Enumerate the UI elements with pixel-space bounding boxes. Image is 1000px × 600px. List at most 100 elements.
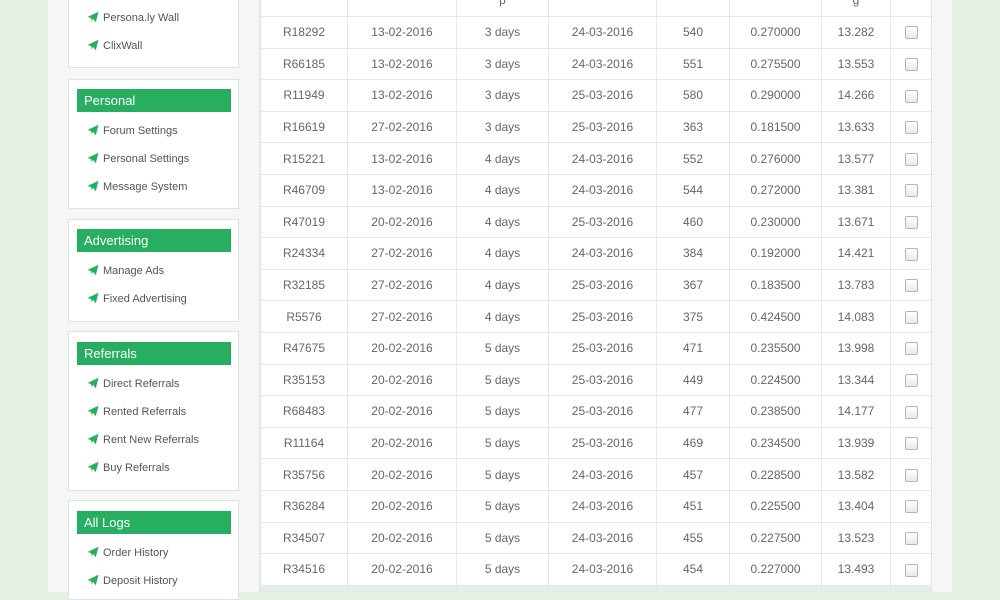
sidebar-item[interactable]: Fixed Advertising: [87, 290, 187, 308]
sidebar-item-label: Personal Settings: [103, 153, 190, 165]
sidebar-item[interactable]: Direct Referrals: [87, 375, 179, 393]
sidebar-item[interactable]: ClixWall: [87, 37, 142, 55]
row-select-checkbox[interactable]: [904, 216, 918, 230]
sidebar-item[interactable]: Manage Ads: [87, 262, 164, 280]
table-cell: 0.224500: [729, 363, 822, 397]
table-cell: 4 days: [456, 173, 549, 207]
table-cell: 0.230000: [729, 205, 822, 239]
row-select-checkbox[interactable]: [904, 310, 918, 324]
sidebar-item[interactable]: Rent New Referrals: [87, 431, 199, 449]
table-cell: 20-02-2016: [347, 363, 457, 397]
table-cell: 13.939: [821, 426, 891, 460]
sidebar-item-label: Persona.ly Wall: [103, 12, 180, 24]
table-cell: R18292: [260, 16, 348, 49]
send-icon: [87, 405, 99, 417]
row-select-checkbox[interactable]: [904, 437, 918, 451]
table-cell: 24-03-2016: [548, 16, 657, 49]
row-select-checkbox[interactable]: [904, 247, 918, 261]
sidebar-item-label: Forum Settings: [103, 125, 178, 137]
table-row: R35153 20-02-2016 5 days 25-03-2016 449 0.224…: [260, 363, 931, 397]
row-select-cell: [890, 363, 931, 397]
column-header: [890, 0, 931, 17]
sidebar-section-personal: Personal Forum Settings Personal Settings M…: [68, 79, 239, 209]
sidebar-item[interactable]: Order History: [87, 544, 168, 562]
table-cell: 0.290000: [729, 79, 822, 112]
footer-cell: [548, 584, 657, 592]
table-cell: 4 days: [456, 205, 549, 239]
table-cell: 0.225500: [729, 489, 822, 523]
send-icon: [87, 152, 99, 164]
row-select-checkbox[interactable]: [904, 58, 918, 72]
table-row: R46709 13-02-2016 4 days 24-03-2016 544 0.272…: [260, 173, 931, 207]
row-select-checkbox[interactable]: [904, 121, 918, 135]
send-icon: [87, 124, 99, 136]
sidebar-item[interactable]: Message System: [87, 178, 187, 196]
column-header: [729, 0, 822, 17]
table-cell: 469: [656, 426, 730, 460]
column-header: p: [456, 0, 549, 17]
table-cell: 451: [656, 489, 730, 523]
sidebar-box-offers: Persona.ly Wall ClixWall: [68, 0, 239, 68]
row-select-checkbox[interactable]: [904, 89, 918, 103]
row-select-checkbox[interactable]: [904, 405, 918, 419]
table-cell: 25-03-2016: [548, 331, 657, 365]
row-select-checkbox[interactable]: [904, 531, 918, 545]
table-cell: 0.272000: [729, 173, 822, 207]
table-cell: 24-03-2016: [548, 237, 657, 270]
row-select-checkbox[interactable]: [904, 373, 918, 387]
table-cell: R68483: [260, 395, 348, 428]
table-cell: 13-02-2016: [347, 47, 457, 81]
table-row: R24334 27-02-2016 4 days 24-03-2016 384 0.192…: [260, 237, 931, 270]
table-cell: 24-03-2016: [548, 553, 657, 586]
row-select-checkbox[interactable]: [904, 184, 918, 198]
footer-cell: [656, 584, 730, 592]
table-cell: R11949: [260, 79, 348, 112]
table-cell: 0.227500: [729, 521, 822, 555]
row-select-cell: [890, 110, 931, 144]
table-cell: 552: [656, 142, 730, 175]
table-cell: 3 days: [456, 79, 549, 112]
table-footer-row: [260, 584, 931, 592]
row-select-checkbox[interactable]: [904, 152, 918, 166]
table-row: R36284 20-02-2016 5 days 24-03-2016 451 0.225…: [260, 489, 931, 523]
sidebar-item[interactable]: Deposit History: [87, 572, 178, 590]
table-cell: 24-03-2016: [548, 173, 657, 207]
sidebar-item[interactable]: Rented Referrals: [87, 403, 186, 421]
table-cell: 5 days: [456, 395, 549, 428]
table-cell: 20-02-2016: [347, 205, 457, 239]
sidebar-item-label: Fixed Advertising: [103, 293, 187, 305]
row-select-cell: [890, 489, 931, 523]
row-select-checkbox[interactable]: [904, 563, 918, 577]
table-cell: 454: [656, 553, 730, 586]
table-row: R5576 27-02-2016 4 days 25-03-2016 375 0.4245…: [260, 300, 931, 333]
sidebar-item[interactable]: Personal Settings: [87, 150, 189, 168]
row-select-checkbox[interactable]: [904, 342, 918, 356]
table-cell: 0.227000: [729, 553, 822, 586]
row-select-checkbox[interactable]: [904, 279, 918, 293]
sidebar-section-title: Referrals: [77, 342, 231, 365]
table-row: R11164 20-02-2016 5 days 25-03-2016 469 0.234…: [260, 426, 931, 460]
table-cell: 471: [656, 331, 730, 365]
send-icon: [87, 292, 99, 304]
table-cell: R36284: [260, 489, 348, 523]
sidebar-item[interactable]: Forum Settings: [87, 122, 178, 140]
table-cell: 540: [656, 16, 730, 49]
row-select-cell: [890, 237, 931, 270]
table-cell: 455: [656, 521, 730, 555]
row-select-checkbox[interactable]: [904, 26, 918, 40]
table-cell: 24-03-2016: [548, 521, 657, 555]
row-select-checkbox[interactable]: [904, 500, 918, 514]
row-select-cell: [890, 268, 931, 302]
table-cell: 14.266: [821, 79, 891, 112]
table-cell: R5576: [260, 300, 348, 333]
table-header-row: pg: [260, 0, 931, 17]
sidebar-item[interactable]: Buy Referrals: [87, 459, 170, 477]
table-row: R34516 20-02-2016 5 days 24-03-2016 454 0.227…: [260, 553, 931, 586]
table-cell: 13.582: [821, 458, 891, 491]
sidebar-item-label: Message System: [103, 181, 188, 193]
table-cell: 13.671: [821, 205, 891, 239]
table-cell: 0.183500: [729, 268, 822, 302]
row-select-checkbox[interactable]: [904, 468, 918, 482]
table-cell: 0.276000: [729, 142, 822, 175]
sidebar-item[interactable]: Persona.ly Wall: [87, 9, 179, 27]
